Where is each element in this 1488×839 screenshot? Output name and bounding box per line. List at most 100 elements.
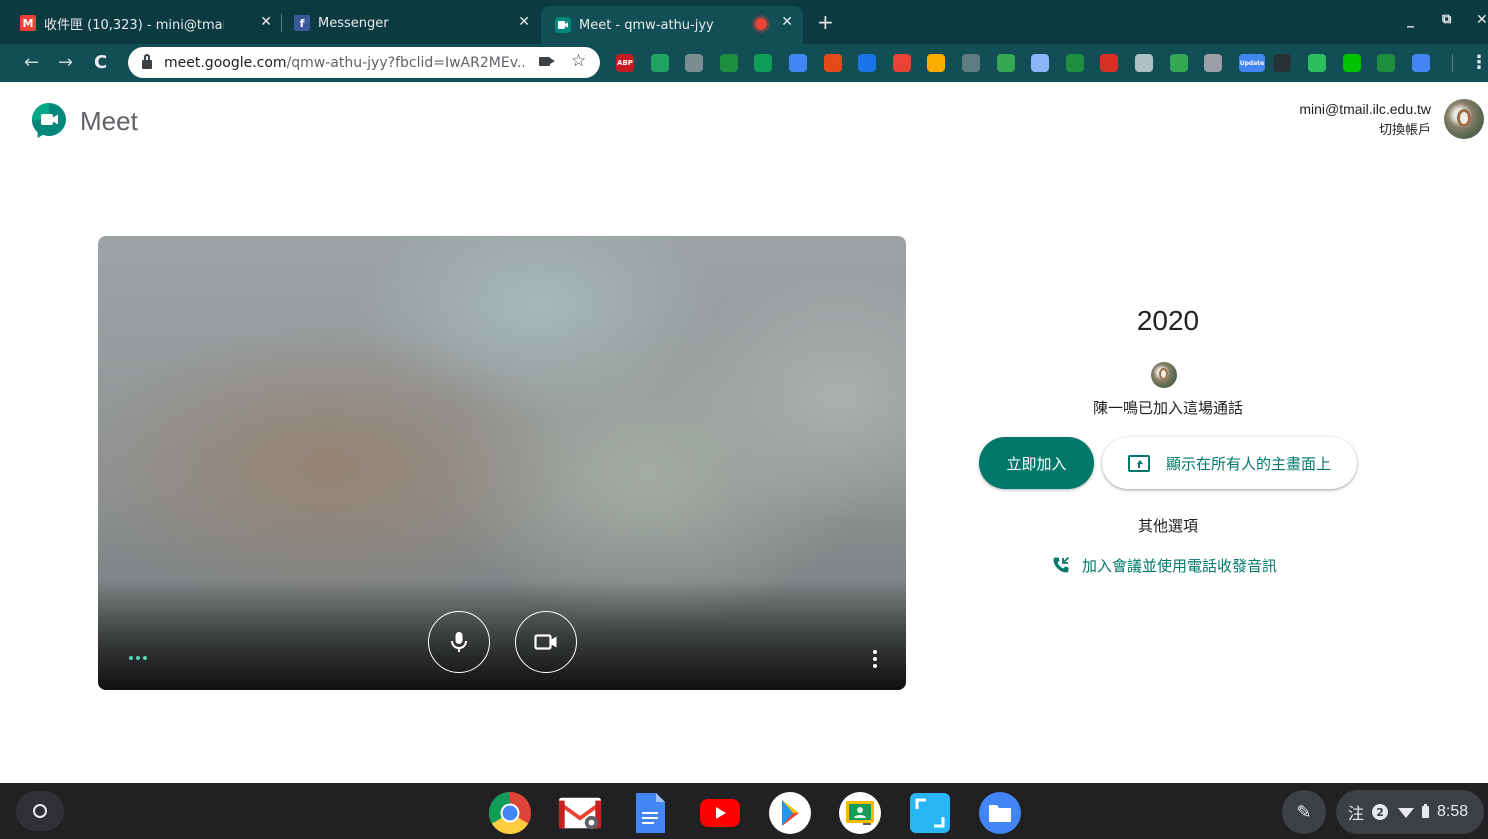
line-icon[interactable]: [1343, 54, 1361, 72]
microphone-icon: [451, 632, 467, 652]
status-area[interactable]: 注 2 8:58: [1336, 790, 1484, 834]
translate-icon[interactable]: [789, 54, 807, 72]
chat-badge-icon[interactable]: [1170, 54, 1188, 72]
tab-title: Messenger: [318, 15, 389, 31]
browser-toolbar: ← → C meet.google.com/qmw-athu-jyy?fbcli…: [0, 44, 1488, 82]
participant-avatar: [1151, 362, 1177, 388]
smiley-icon[interactable]: [927, 54, 945, 72]
hangouts-ext-icon[interactable]: [754, 54, 772, 72]
mark-icon[interactable]: [962, 54, 980, 72]
play-store-app-icon[interactable]: [768, 792, 812, 834]
switch-account-link[interactable]: 切換帳戶: [1379, 119, 1431, 138]
tab-title: Meet - qmw-athu-jyy: [579, 17, 714, 33]
present-button[interactable]: 顯示在所有人的主畫面上: [1102, 437, 1357, 489]
launcher-button[interactable]: [16, 791, 64, 831]
tab-gmail[interactable]: M 收件匣 (10,323) - mini@tmail.il ✕: [20, 8, 282, 38]
new-tab-button[interactable]: +: [817, 10, 834, 34]
chrome-menu-icon[interactable]: ⋮: [1470, 52, 1488, 73]
close-icon[interactable]: ✕: [781, 14, 793, 30]
meet-brand: Meet: [80, 106, 138, 136]
url-path: /qmw-athu-jyy?fbclid=IwAR2MEv...: [286, 54, 524, 71]
other-options-heading: 其他選項: [1137, 517, 1198, 535]
classroom-app-icon[interactable]: [838, 792, 882, 834]
battery-icon: [1422, 804, 1430, 818]
youtube-ext-icon[interactable]: [1100, 54, 1118, 72]
tab-separator: [281, 14, 282, 32]
participants-joined-text: 陳一鳴已加入這場通話: [1092, 399, 1243, 417]
ime-indicator: 注: [1348, 804, 1365, 823]
close-icon[interactable]: ✕: [260, 14, 272, 30]
meet-icon: [555, 17, 571, 33]
launcher-icon: [33, 804, 47, 818]
chrome-app-icon[interactable]: [488, 792, 532, 835]
microphone-button[interactable]: [428, 611, 490, 673]
url-text[interactable]: meet.google.com/qmw-athu-jyy?fbclid=IwAR…: [164, 55, 524, 71]
browser-tab-bar: M 收件匣 (10,323) - mini@tmail.il ✕ f Messe…: [0, 0, 1488, 44]
wifi-icon: [1398, 808, 1415, 818]
screencastify-icon[interactable]: [893, 54, 911, 72]
meet-logo-icon: [30, 101, 68, 139]
print-icon[interactable]: [1135, 54, 1153, 72]
lock-icon: [142, 53, 152, 69]
preview-bottom-gradient: [98, 580, 906, 690]
camera-button[interactable]: [515, 611, 577, 673]
gmail-app-icon[interactable]: [558, 792, 602, 834]
audio-level-icon: [129, 656, 147, 660]
screen: M 收件匣 (10,323) - mini@tmail.il ✕ f Messe…: [0, 0, 1488, 839]
pocket-icon[interactable]: [685, 54, 703, 72]
mail-ext-icon[interactable]: [1412, 54, 1430, 72]
clock: 8:58: [1437, 803, 1469, 820]
docs-app-icon[interactable]: [628, 792, 672, 834]
tab-meet[interactable]: Meet - qmw-athu-jyy ✕: [541, 6, 803, 44]
gmail-icon: M: [20, 15, 36, 31]
office-icon[interactable]: [824, 54, 842, 72]
phone-icon: [1052, 556, 1070, 574]
tab-messenger[interactable]: f Messenger ✕: [284, 8, 540, 38]
account-avatar[interactable]: [1444, 99, 1484, 139]
globe-icon[interactable]: [1031, 54, 1049, 72]
restore-icon[interactable]: ⧉: [1442, 12, 1451, 27]
compass-icon[interactable]: [997, 54, 1015, 72]
evernote-icon[interactable]: [1308, 54, 1326, 72]
account-email: mini@tmail.ilc.edu.tw: [1299, 101, 1431, 117]
classroom-ext-icon[interactable]: [720, 54, 738, 72]
edpuzzle-icon[interactable]: [858, 54, 876, 72]
close-window-icon[interactable]: ✕: [1476, 12, 1488, 28]
update-icon[interactable]: Update: [1239, 54, 1265, 72]
youtube-app-icon[interactable]: [698, 792, 742, 834]
camera-ext-icon[interactable]: [1273, 54, 1291, 72]
back-arrow-icon[interactable]: ←: [24, 52, 39, 73]
tab-title: 收件匣 (10,323) - mini@tmail.il: [44, 17, 224, 33]
bookmark-star-icon[interactable]: ☆: [571, 51, 586, 71]
more-options-icon[interactable]: [873, 650, 877, 668]
meeting-code: 2020: [1136, 305, 1200, 336]
adblock-plus-icon[interactable]: ABP: [616, 54, 634, 72]
pen-icon: ✎: [1296, 801, 1312, 823]
drive-icon[interactable]: [651, 54, 669, 72]
present-screen-icon: [1127, 454, 1150, 472]
url-domain: meet.google.com: [164, 54, 287, 71]
counter-icon[interactable]: [1204, 54, 1222, 72]
facebook-icon: f: [294, 15, 310, 31]
present-button-label: 顯示在所有人的主畫面上: [1165, 454, 1331, 473]
tasks-icon[interactable]: [1066, 54, 1084, 72]
minimize-icon[interactable]: _: [1407, 12, 1414, 28]
system-shelf: ✎ 注 2 8:58: [0, 783, 1488, 839]
stylus-tools-button[interactable]: ✎: [1282, 790, 1326, 834]
toolbar-divider: [1452, 54, 1453, 72]
join-now-button[interactable]: 立即加入: [979, 437, 1094, 489]
forward-arrow-icon[interactable]: →: [58, 52, 73, 73]
recording-indicator-icon: [755, 18, 767, 30]
screen-capture-app-icon[interactable]: [908, 792, 952, 834]
reload-icon[interactable]: C: [94, 52, 107, 73]
cast-icon[interactable]: [1377, 54, 1395, 72]
address-bar[interactable]: meet.google.com/qmw-athu-jyy?fbclid=IwAR…: [128, 47, 600, 78]
files-app-icon[interactable]: [978, 792, 1022, 834]
self-video-preview: [98, 236, 906, 690]
close-icon[interactable]: ✕: [518, 14, 530, 30]
notification-count-badge: 2: [1372, 804, 1389, 820]
video-camera-icon: [534, 634, 557, 650]
camera-in-use-icon[interactable]: [539, 57, 555, 66]
join-by-phone-label: 加入會議並使用電話收發音訊: [1082, 556, 1278, 575]
join-by-phone-link[interactable]: 加入會議並使用電話收發音訊: [1052, 554, 1277, 576]
